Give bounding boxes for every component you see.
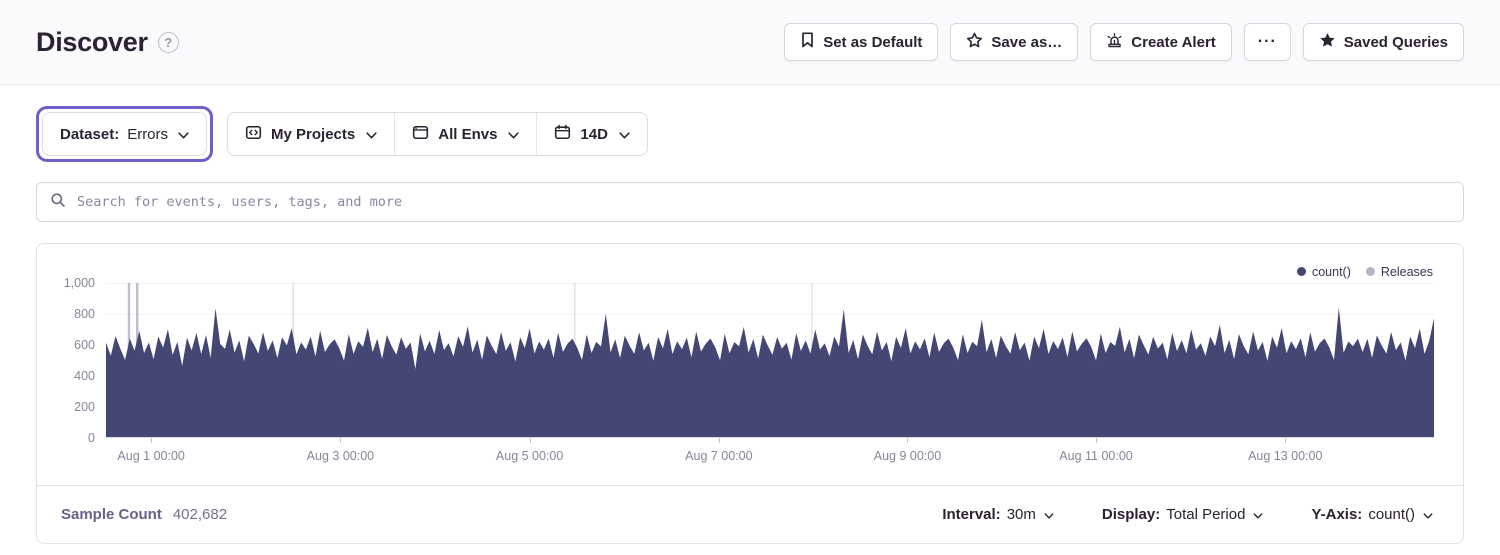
calendar-icon xyxy=(554,124,571,145)
page-header: Discover ? Set as Default Save as… Creat… xyxy=(0,0,1500,85)
chart-footer: Sample Count 402,682 Interval: 30m Displ… xyxy=(37,485,1463,543)
button-label: Set as Default xyxy=(823,34,922,51)
count-series-dot-icon xyxy=(1297,267,1306,276)
chevron-down-icon xyxy=(1044,506,1054,523)
y-axis-label: 800 xyxy=(74,307,95,321)
x-axis-label: Aug 13 00:00 xyxy=(1248,449,1322,463)
display-label: Display: xyxy=(1102,506,1160,523)
ellipsis-icon: ··· xyxy=(1258,33,1277,51)
legend-label: count() xyxy=(1312,265,1351,279)
dataset-dropdown[interactable]: Dataset: Errors xyxy=(42,112,207,156)
interval-value: 30m xyxy=(1007,506,1036,523)
y-axis-label-control: Y-Axis: xyxy=(1311,506,1362,523)
x-axis-label: Aug 11 00:00 xyxy=(1059,449,1132,463)
y-axis-label: 400 xyxy=(74,369,95,383)
x-axis-tick xyxy=(719,438,720,443)
filter-row: Dataset: Errors My Projects All Envs 14D xyxy=(36,106,1464,162)
set-as-default-button[interactable]: Set as Default xyxy=(784,23,938,61)
x-axis-tick xyxy=(907,438,908,443)
page-filter-group: My Projects All Envs 14D xyxy=(227,112,648,156)
saved-queries-button[interactable]: Saved Queries xyxy=(1303,23,1464,61)
y-axis-label: 0 xyxy=(88,431,95,445)
chart-controls: Interval: 30m Display: Total Period Y-Ax… xyxy=(936,505,1439,524)
help-icon[interactable]: ? xyxy=(158,32,179,53)
legend-label: Releases xyxy=(1381,265,1433,279)
chevron-down-icon xyxy=(178,126,189,143)
chart-panel: count() Releases 1,000 800 600 400 200 0 xyxy=(36,243,1464,544)
x-axis: Aug 1 00:00 Aug 3 00:00 Aug 5 00:00 Aug … xyxy=(106,438,1434,485)
sample-count-label: Sample Count xyxy=(61,506,162,523)
projects-label: My Projects xyxy=(271,126,355,143)
discover-page: Discover ? Set as Default Save as… Creat… xyxy=(0,0,1500,544)
chevron-down-icon xyxy=(366,126,377,143)
search-input[interactable] xyxy=(75,193,1450,211)
releases-dot-icon xyxy=(1366,267,1375,276)
x-axis-label: Aug 3 00:00 xyxy=(307,449,374,463)
chevron-down-icon xyxy=(508,126,519,143)
star-outline-icon xyxy=(966,32,983,53)
chart-legend: count() Releases xyxy=(37,244,1463,283)
count-series-svg xyxy=(106,283,1434,437)
interval-dropdown[interactable]: Interval: 30m xyxy=(936,505,1060,524)
chevron-down-icon xyxy=(1253,506,1263,523)
save-as-button[interactable]: Save as… xyxy=(950,23,1078,61)
button-label: Save as… xyxy=(991,34,1062,51)
star-filled-icon xyxy=(1319,32,1336,53)
search-bar[interactable] xyxy=(36,182,1464,222)
window-icon xyxy=(412,124,429,145)
title-wrap: Discover ? xyxy=(36,27,179,58)
legend-item-releases[interactable]: Releases xyxy=(1366,265,1433,279)
y-axis-label: 600 xyxy=(74,338,95,352)
display-dropdown[interactable]: Display: Total Period xyxy=(1096,505,1270,524)
x-axis-tick xyxy=(1285,438,1286,443)
more-options-button[interactable]: ··· xyxy=(1244,23,1291,61)
bookmark-icon xyxy=(800,32,815,52)
header-actions: Set as Default Save as… Create Alert ···… xyxy=(784,23,1464,61)
siren-icon xyxy=(1106,32,1123,53)
button-label: Saved Queries xyxy=(1344,34,1448,51)
x-axis-label: Aug 5 00:00 xyxy=(496,449,563,463)
search-icon xyxy=(50,192,66,213)
sample-count-value: 402,682 xyxy=(173,506,227,523)
x-axis-tick xyxy=(151,438,152,443)
legend-item-count[interactable]: count() xyxy=(1297,265,1351,279)
dataset-label: Dataset: xyxy=(60,126,119,143)
plot-row: 1,000 800 600 400 200 0 xyxy=(37,283,1463,438)
create-alert-button[interactable]: Create Alert xyxy=(1090,23,1231,61)
button-label: Create Alert xyxy=(1131,34,1215,51)
environments-dropdown[interactable]: All Envs xyxy=(394,113,536,155)
x-axis-label: Aug 9 00:00 xyxy=(874,449,941,463)
chevron-down-icon xyxy=(619,126,630,143)
dataset-value: Errors xyxy=(127,126,168,143)
x-axis-label: Aug 7 00:00 xyxy=(685,449,752,463)
date-range-label: 14D xyxy=(580,126,608,143)
projects-dropdown[interactable]: My Projects xyxy=(228,113,394,155)
chart-plot-area[interactable] xyxy=(106,283,1434,438)
y-axis-dropdown[interactable]: Y-Axis: count() xyxy=(1305,505,1439,524)
sample-count: Sample Count 402,682 xyxy=(61,506,227,523)
date-range-dropdown[interactable]: 14D xyxy=(536,113,647,155)
interval-label: Interval: xyxy=(942,506,1000,523)
chevron-down-icon xyxy=(1423,506,1433,523)
x-axis-label: Aug 1 00:00 xyxy=(117,449,184,463)
page-title: Discover xyxy=(36,27,148,58)
y-axis-label: 1,000 xyxy=(64,276,95,290)
projects-icon xyxy=(245,124,262,145)
count-series-area xyxy=(106,308,1434,437)
y-axis-value: count() xyxy=(1368,506,1415,523)
y-axis: 1,000 800 600 400 200 0 xyxy=(37,283,106,438)
x-axis-tick xyxy=(530,438,531,443)
dataset-highlight-ring: Dataset: Errors xyxy=(36,106,213,162)
y-axis-label: 200 xyxy=(74,400,95,414)
display-value: Total Period xyxy=(1166,506,1245,523)
x-axis-tick xyxy=(340,438,341,443)
x-axis-tick xyxy=(1096,438,1097,443)
environments-label: All Envs xyxy=(438,126,497,143)
